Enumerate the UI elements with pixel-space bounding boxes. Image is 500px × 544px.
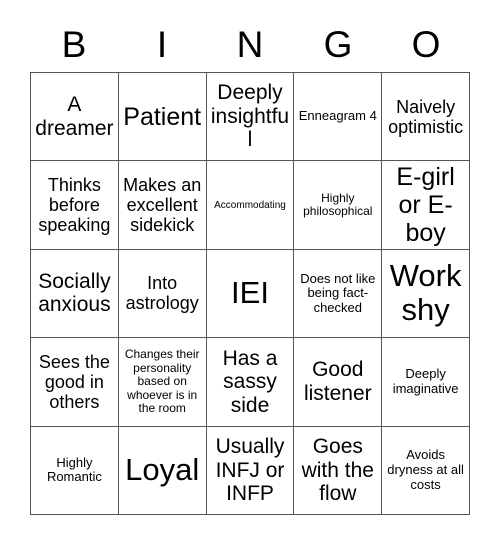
bingo-header-letter-i: I bbox=[156, 23, 168, 65]
bingo-header-letter-b: B bbox=[61, 23, 87, 65]
bingo-cell-r4c1[interactable]: Sees the good in others bbox=[31, 338, 119, 427]
bingo-cell-label: Naively optimistic bbox=[388, 96, 464, 137]
bingo-header-letter-o: O bbox=[411, 23, 441, 65]
bingo-cell-r4c2[interactable]: Changes their personality based on whoev… bbox=[118, 338, 207, 427]
bingo-cell-r5c4[interactable]: Goes with the flow bbox=[294, 426, 383, 515]
bingo-cell-label: Into astrology bbox=[125, 273, 199, 314]
bingo-cell-r5c3[interactable]: Usually INFJ or INFP bbox=[206, 426, 295, 515]
bingo-cell-label: Goes with the flow bbox=[301, 435, 374, 506]
bingo-cell-label: Has a sassy side bbox=[222, 346, 278, 417]
bingo-cell-label: Work shy bbox=[389, 257, 462, 328]
bingo-cell-r2c1[interactable]: Thinks before speaking bbox=[31, 161, 119, 250]
bingo-cell-label: Changes their personality based on whoev… bbox=[124, 347, 200, 416]
bingo-cell-label: Good listener bbox=[303, 358, 372, 405]
bingo-card: B I N G O A dreamer Patient Deeply insig… bbox=[0, 0, 500, 544]
bingo-cell-label: Highly philosophical bbox=[303, 190, 373, 219]
bingo-cell-r1c2[interactable]: Patient bbox=[118, 73, 207, 162]
bingo-cell-label: Usually INFJ or INFP bbox=[215, 435, 285, 506]
bingo-cell-r3c1[interactable]: Socially anxious bbox=[31, 249, 119, 339]
bingo-cell-label: Avoids dryness at all costs bbox=[387, 447, 464, 492]
bingo-cell-r4c5[interactable]: Deeply imaginative bbox=[382, 338, 470, 427]
bingo-cell-r4c4[interactable]: Good listener bbox=[294, 338, 383, 427]
bingo-cell-label: Does not like being fact-checked bbox=[300, 270, 376, 315]
bingo-grid: A dreamer Patient Deeply insightful Enne… bbox=[30, 72, 470, 515]
bingo-header-letter-n: N bbox=[236, 23, 264, 65]
bingo-cell-r4c3[interactable]: Has a sassy side bbox=[206, 338, 295, 427]
bingo-cell-r2c5[interactable]: E-girl or E-boy bbox=[382, 161, 470, 250]
bingo-cell-label: E-girl or E-boy bbox=[396, 163, 455, 248]
bingo-cell-r3c5[interactable]: Work shy bbox=[382, 249, 470, 339]
bingo-cell-label: Makes an excellent sidekick bbox=[123, 174, 202, 236]
bingo-cell-r3c3-free[interactable]: IEI bbox=[206, 249, 295, 339]
bingo-header-letter-g: G bbox=[323, 23, 353, 65]
bingo-cell-r1c5[interactable]: Naively optimistic bbox=[382, 73, 470, 162]
bingo-cell-r5c5[interactable]: Avoids dryness at all costs bbox=[382, 426, 470, 515]
bingo-cell-label: Sees the good in others bbox=[38, 351, 110, 412]
bingo-cell-r2c3[interactable]: Accommodating bbox=[206, 161, 295, 250]
bingo-cell-label: Patient bbox=[123, 102, 202, 131]
bingo-cell-label: Highly Romantic bbox=[46, 454, 102, 485]
bingo-cell-label: A dreamer bbox=[35, 93, 114, 140]
bingo-cell-label: Thinks before speaking bbox=[38, 174, 111, 236]
bingo-cell-label: Deeply insightful bbox=[210, 81, 290, 152]
bingo-cell-r5c1[interactable]: Highly Romantic bbox=[31, 426, 119, 515]
bingo-cell-label: Enneagram 4 bbox=[298, 108, 377, 124]
bingo-cell-r1c1[interactable]: A dreamer bbox=[31, 73, 119, 162]
bingo-cell-r1c4[interactable]: Enneagram 4 bbox=[294, 73, 383, 162]
bingo-cell-r3c4[interactable]: Does not like being fact-checked bbox=[294, 249, 383, 339]
bingo-cell-label: Accommodating bbox=[214, 199, 286, 211]
bingo-cell-label: Loyal bbox=[125, 451, 200, 487]
bingo-cell-label: IEI bbox=[231, 275, 269, 311]
bingo-cell-r2c2[interactable]: Makes an excellent sidekick bbox=[118, 161, 207, 250]
bingo-cell-r5c2[interactable]: Loyal bbox=[118, 426, 207, 515]
bingo-cell-label: Socially anxious bbox=[38, 269, 111, 317]
bingo-cell-r1c3[interactable]: Deeply insightful bbox=[206, 73, 295, 162]
bingo-cell-label: Deeply imaginative bbox=[392, 366, 459, 396]
bingo-header-row: B I N G O bbox=[30, 16, 470, 72]
bingo-cell-r3c2[interactable]: Into astrology bbox=[118, 249, 207, 339]
bingo-cell-r2c4[interactable]: Highly philosophical bbox=[294, 161, 383, 250]
